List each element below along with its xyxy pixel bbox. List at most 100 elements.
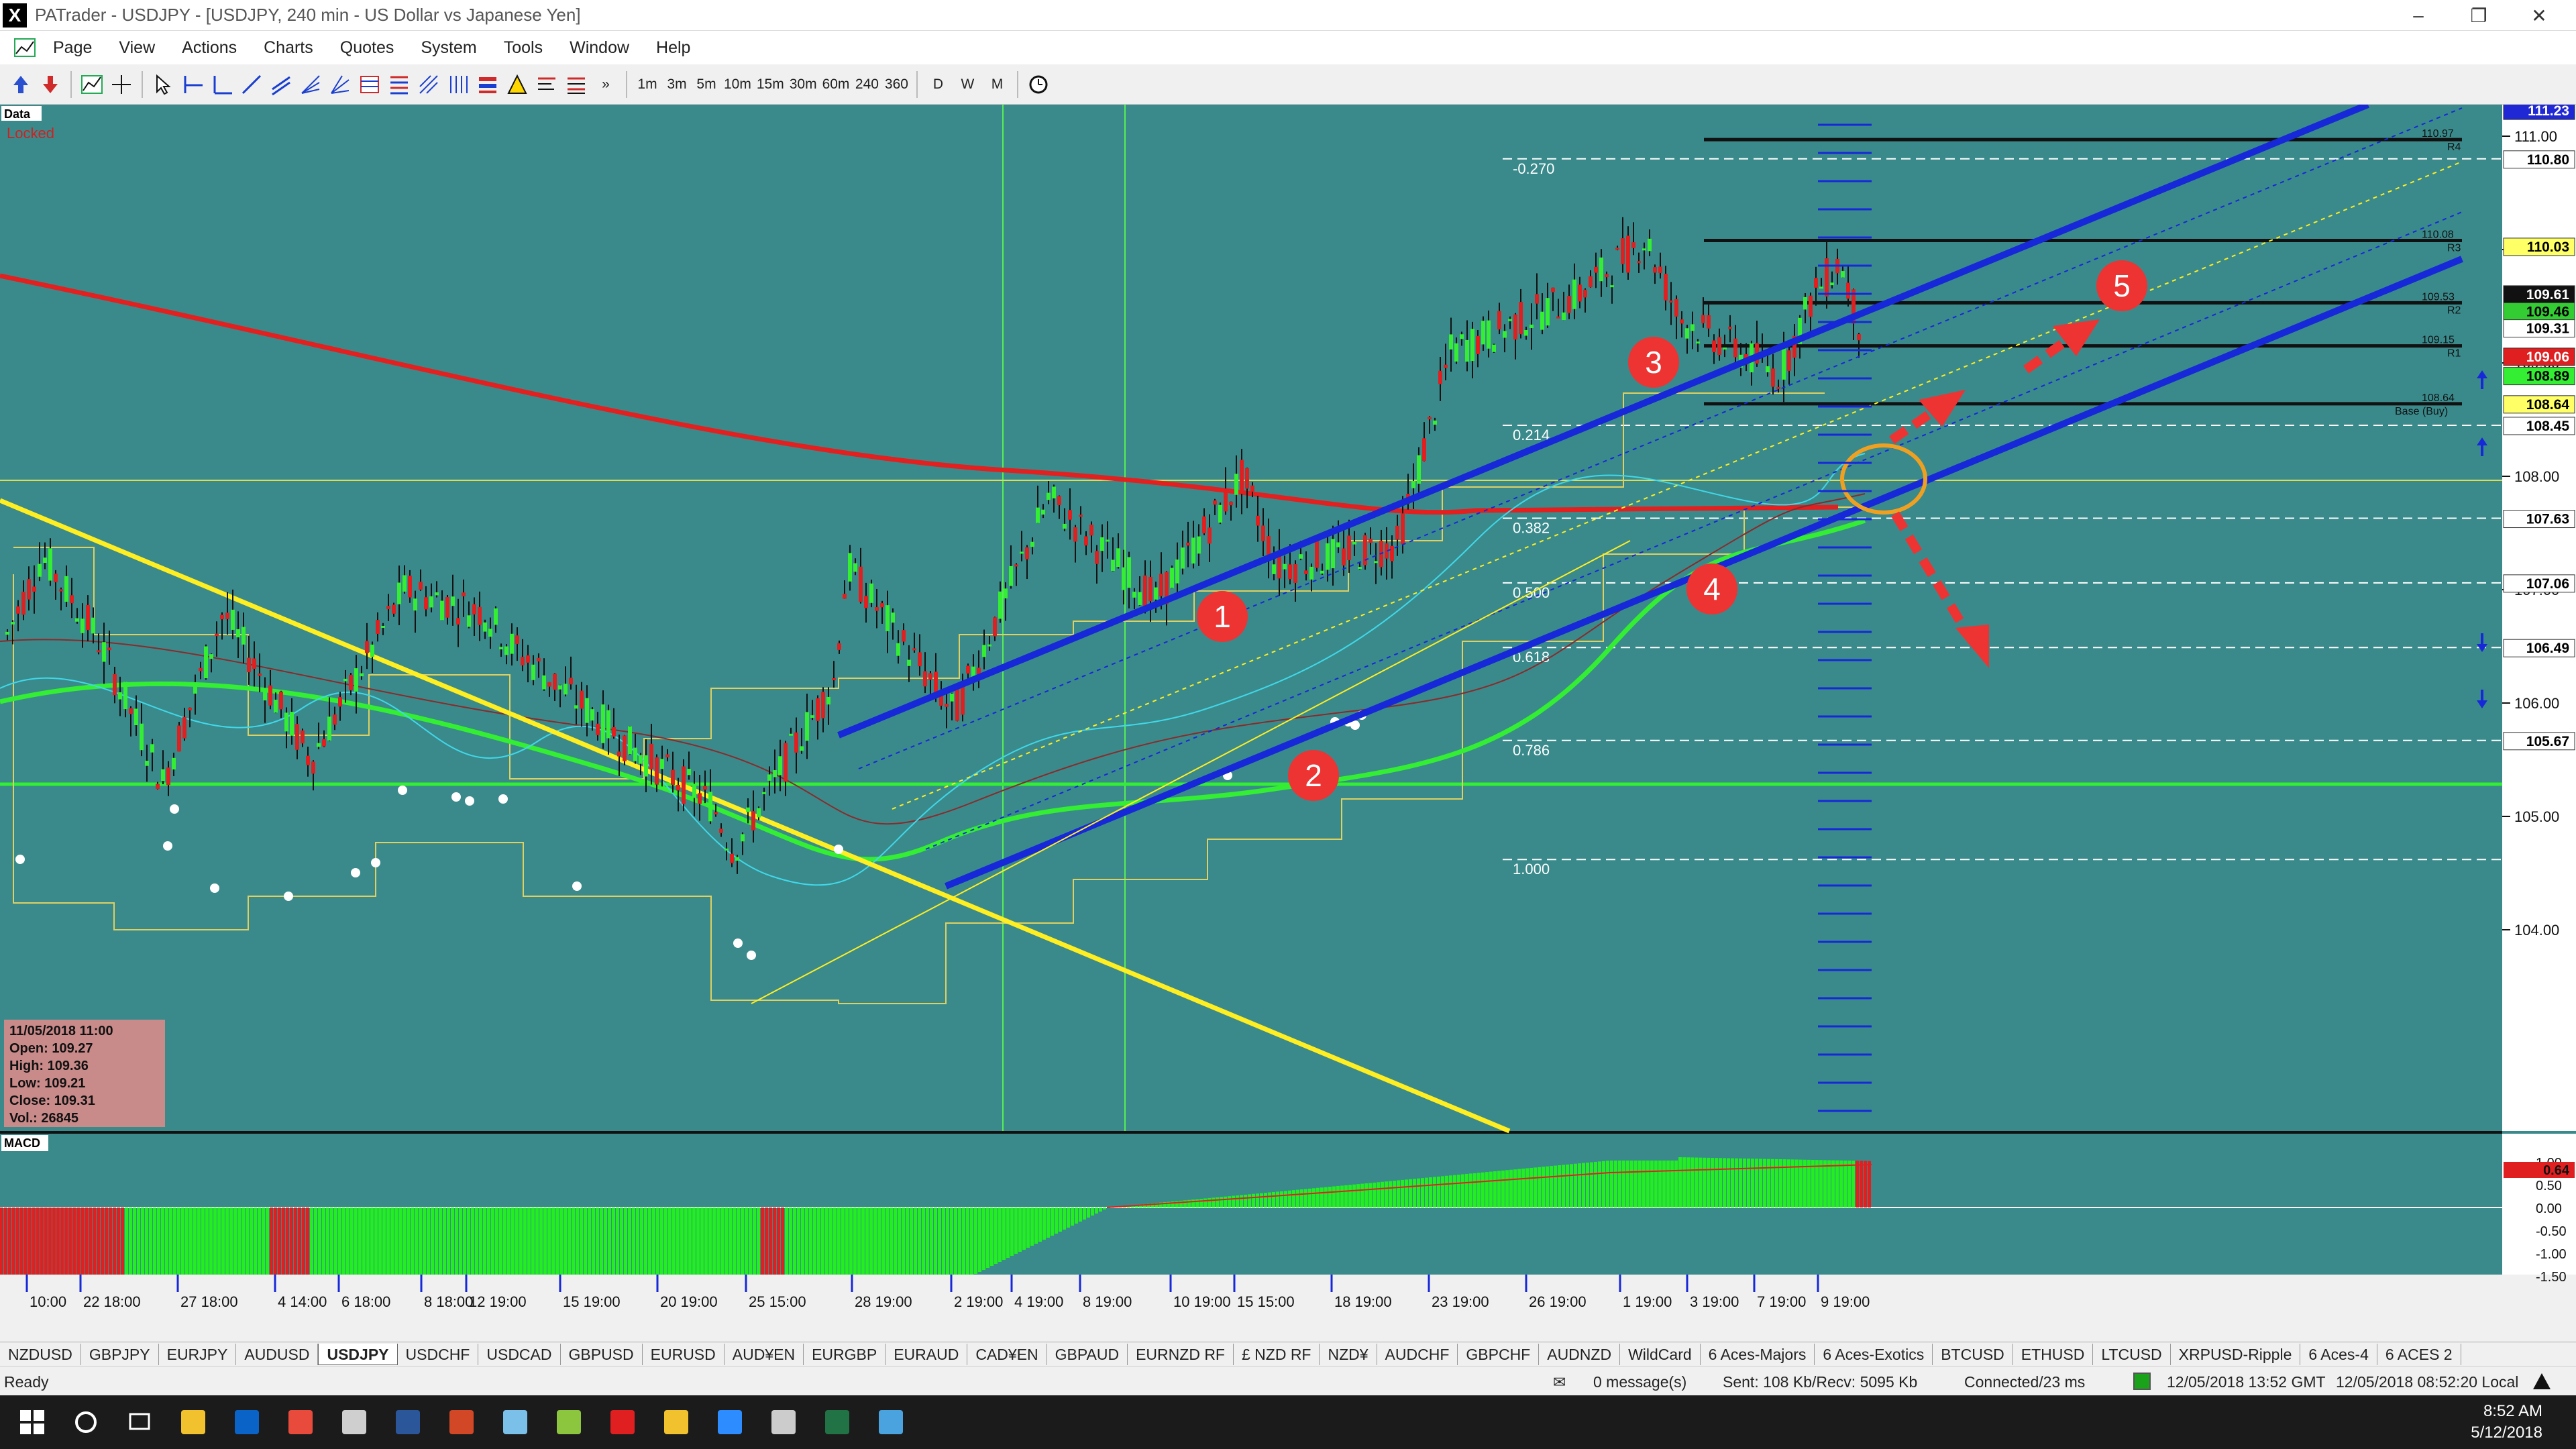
app-icon[interactable] [542,1395,596,1449]
menu-page[interactable]: Page [40,31,105,64]
timeframe-3m[interactable]: 3m [665,71,689,98]
toolbar-overflow-button[interactable]: » [594,71,618,98]
sell-arrow-icon[interactable] [39,73,62,96]
menu-window[interactable]: Window [556,31,643,64]
app-blue-icon[interactable] [864,1395,918,1449]
symbol-tab-usdcad[interactable]: USDCAD [478,1343,561,1365]
crosshair-icon[interactable] [110,73,133,96]
zoom-icon[interactable] [703,1395,757,1449]
regression-icon[interactable] [565,73,588,96]
text-tool-icon[interactable] [535,73,558,96]
timeframe-240[interactable]: 240 [855,71,879,98]
symbol-tab-gbpchf[interactable]: GBPCHF [1458,1343,1540,1365]
powerpoint-icon[interactable] [435,1395,488,1449]
channel-icon[interactable] [270,73,292,96]
timeframe-5m[interactable]: 5m [694,71,718,98]
windows-icon[interactable] [5,1395,59,1449]
timeframe-30m[interactable]: 30m [790,71,817,98]
symbol-tab-aud-en[interactable]: AUD¥EN [724,1343,804,1365]
task-view-icon[interactable] [113,1395,166,1449]
status-messages[interactable]: 0 message(s) [1593,1373,1686,1391]
fib-fan-icon[interactable] [299,73,322,96]
timeframe-weekly[interactable]: W [955,71,979,98]
timeframe-360[interactable]: 360 [884,71,908,98]
clock-icon[interactable] [1027,73,1050,96]
cortana-icon[interactable] [59,1395,113,1449]
symbol-tab-euraud[interactable]: EURAUD [885,1343,968,1365]
symbol-tab-gbpusd[interactable]: GBPUSD [561,1343,643,1365]
symbol-tab-xrpusd-ripple[interactable]: XRPUSD-Ripple [2171,1343,2301,1365]
time-cycle-icon[interactable] [447,73,470,96]
outlook-icon[interactable] [220,1395,274,1449]
menu-help[interactable]: Help [643,31,704,64]
timeframe-60m[interactable]: 60m [822,71,850,98]
panel-divider[interactable] [0,1131,2502,1134]
menu-tools[interactable]: Tools [490,31,556,64]
symbol-tab-cad-en[interactable]: CAD¥EN [967,1343,1047,1365]
symbol-tab-6-aces-2[interactable]: 6 ACES 2 [2377,1343,2461,1365]
menu-view[interactable]: View [105,31,168,64]
andrews-pitchfork-icon[interactable] [506,73,529,96]
file-explorer-icon[interactable] [166,1395,220,1449]
symbol-tab--nzd-rf[interactable]: £ NZD RF [1234,1343,1320,1365]
page-icon[interactable] [13,36,36,59]
app-icon[interactable]: X [3,3,27,28]
timeframe-15m[interactable]: 15m [757,71,784,98]
buy-arrow-icon[interactable] [9,73,32,96]
calculator-icon[interactable] [757,1395,810,1449]
system-clock[interactable]: 8:52 AM 5/12/2018 [2471,1401,2542,1444]
symbol-tab-nzd-[interactable]: NZD¥ [1320,1343,1377,1365]
symbol-tab-usdchf[interactable]: USDCHF [398,1343,479,1365]
time-tick-label: 4 19:00 [1014,1293,1063,1310]
mail-icon[interactable]: ✉ [1553,1373,1566,1391]
chrome-icon[interactable] [274,1395,327,1449]
app-yellow-icon[interactable] [649,1395,703,1449]
timeframe-daily[interactable]: D [926,71,950,98]
symbol-tab-eurgbp[interactable]: EURGBP [804,1343,886,1365]
vertical-line-icon[interactable] [211,73,233,96]
symbol-tab-audchf[interactable]: AUDCHF [1377,1343,1458,1365]
patrader-icon[interactable] [327,1395,381,1449]
close-button[interactable]: ✕ [2502,0,2576,31]
menu-quotes[interactable]: Quotes [327,31,408,64]
symbol-tab-ethusd[interactable]: ETHUSD [2013,1343,2094,1365]
menu-actions[interactable]: Actions [168,31,250,64]
symbol-tab-6-aces-4[interactable]: 6 Aces-4 [2300,1343,2377,1365]
symbol-tab-eurjpy[interactable]: EURJPY [159,1343,237,1365]
gann-grid-icon[interactable] [417,73,440,96]
horizontal-line-icon[interactable] [181,73,204,96]
app-red-icon[interactable] [596,1395,649,1449]
resize-grip-icon[interactable] [2530,1369,2553,1392]
price-chart[interactable]: Data Locked -0.618-0.2700.2140.3820.5000… [0,15,2576,1342]
indicator-icon[interactable] [80,73,103,96]
symbol-tab-eurusd[interactable]: EURUSD [643,1343,724,1365]
timeframe-10m[interactable]: 10m [724,71,751,98]
timeframe-monthly[interactable]: M [985,71,1009,98]
menu-system[interactable]: System [407,31,490,64]
symbol-tab-audnzd[interactable]: AUDNZD [1539,1343,1621,1365]
fib-extension-icon[interactable] [388,73,411,96]
timeframe-1m[interactable]: 1m [635,71,659,98]
notepad-icon[interactable] [488,1395,542,1449]
symbol-tab-nzdusd[interactable]: NZDUSD [0,1343,81,1365]
chart-window[interactable]: Data Locked -0.618-0.2700.2140.3820.5000… [0,15,2576,1342]
speed-lines-icon[interactable] [476,73,499,96]
symbol-tab-gbpaud[interactable]: GBPAUD [1047,1343,1128,1365]
symbol-tab-wildcard[interactable]: WildCard [1620,1343,1701,1365]
symbol-tab-gbpjpy[interactable]: GBPJPY [81,1343,159,1365]
symbol-tab-usdjpy[interactable]: USDJPY [318,1343,398,1365]
symbol-tab-6-aces-majors[interactable]: 6 Aces-Majors [1701,1343,1815,1365]
trendline-icon[interactable] [240,73,263,96]
symbol-tab-ltcusd[interactable]: LTCUSD [2093,1343,2171,1365]
symbol-tab-audusd[interactable]: AUDUSD [236,1343,319,1365]
excel-icon[interactable] [810,1395,864,1449]
symbol-tab-6-aces-exotics[interactable]: 6 Aces-Exotics [1815,1343,1933,1365]
candle-body [1680,319,1684,324]
symbol-tab-eurnzd-rf[interactable]: EURNZD RF [1128,1343,1234,1365]
symbol-tab-btcusd[interactable]: BTCUSD [1933,1343,2013,1365]
gann-fan-icon[interactable] [329,73,352,96]
fib-retracement-icon[interactable] [358,73,381,96]
word-icon[interactable] [381,1395,435,1449]
menu-charts[interactable]: Charts [250,31,327,64]
cursor-icon[interactable] [152,73,174,96]
